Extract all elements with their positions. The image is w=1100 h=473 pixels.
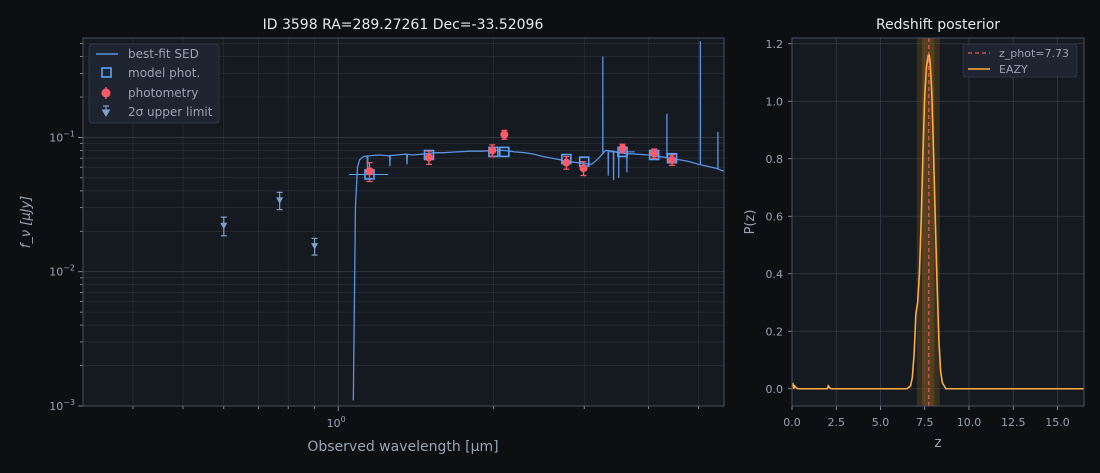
sed-title: ID 3598 RA=289.27261 Dec=-33.52096 — [263, 17, 544, 33]
pz-title: Redshift posterior — [876, 17, 1000, 33]
legend-sed-label: best-fit SED — [128, 47, 199, 61]
pz-ytick-label: 0.8 — [766, 153, 784, 166]
pz-ytick-label: 0.4 — [766, 268, 784, 281]
legend-eazy-label: EAZY — [999, 63, 1028, 76]
pz-xtick-label: 10.0 — [957, 416, 982, 429]
pz-ylabel: P(z) — [743, 210, 758, 235]
pz-ytick-label: 0.6 — [766, 210, 784, 223]
sed-xlabel: Observed wavelength [μm] — [307, 439, 498, 455]
legend-model-phot-label: model phot. — [128, 66, 200, 80]
pz-xtick-label: 5.0 — [872, 416, 890, 429]
pz-xtick-label: 7.5 — [916, 416, 934, 429]
sed-panel: 10−110−210−3100 ID 3598 RA=289.27261 Dec… — [19, 17, 725, 455]
legend-zphot-label: z_phot=7.73 — [999, 47, 1069, 60]
legend-photometry-label: photometry — [128, 86, 198, 100]
pz-xtick-label: 0.0 — [783, 416, 801, 429]
pz-panel: 0.0 2.5 5.0 7.5 10.0 12.5 15.0 0.0 0.2 0.4 0.6 0.8 1… — [743, 17, 1085, 451]
pz-xtick-label: 12.5 — [1001, 416, 1026, 429]
figure: 10−110−210−3100 ID 3598 RA=289.27261 Dec… — [0, 0, 1100, 473]
sed-ylabel: f_ν [μJy] — [19, 196, 34, 248]
pz-ytick-label: 0.0 — [766, 383, 784, 396]
sed-legend: best-fit SED model phot. photometry 2σ u… — [88, 43, 220, 124]
pz-legend: z_phot=7.73 EAZY — [962, 43, 1078, 78]
legend-upper-limit-label: 2σ upper limit — [128, 105, 213, 119]
pz-xlabel: z — [934, 435, 941, 451]
pz-ytick-label: 1.2 — [766, 38, 784, 51]
pz-xtick-label: 2.5 — [827, 416, 845, 429]
pz-xtick-label: 15.0 — [1045, 416, 1070, 429]
pz-ytick-label: 1.0 — [766, 95, 784, 108]
pz-ytick-label: 0.2 — [766, 325, 784, 338]
